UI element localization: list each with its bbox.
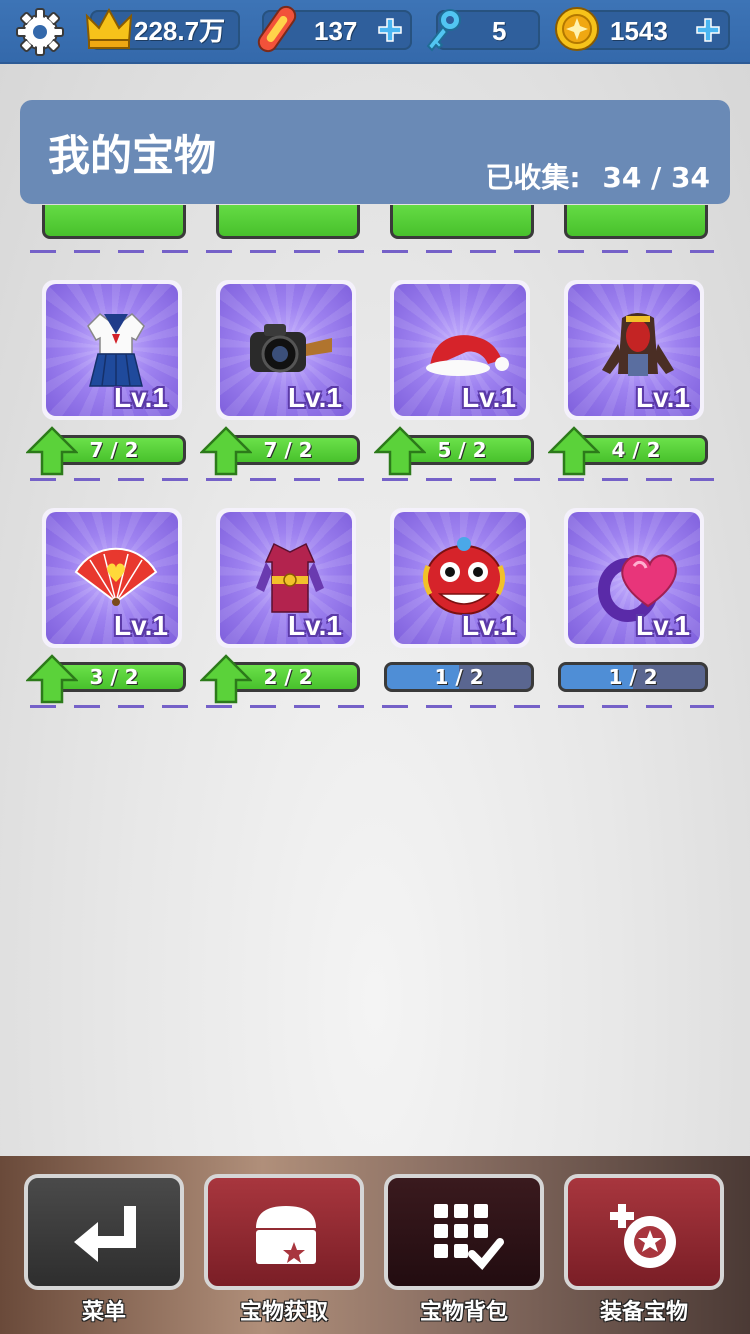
- treasure-acquire-button[interactable]: [204, 1174, 364, 1290]
- treasure-card-santa-hat[interactable]: Lv.1: [390, 280, 530, 420]
- upgrade-arrow-icon[interactable]: [374, 426, 426, 476]
- plus-icon[interactable]: [694, 16, 722, 44]
- hoverboard-value: 137: [314, 16, 358, 46]
- treasure-card-armor-coat[interactable]: Lv.1: [216, 508, 356, 648]
- level-label: Lv.1: [288, 610, 342, 641]
- upgrade-arrow-icon[interactable]: [200, 426, 252, 476]
- progress-bar: [564, 205, 708, 239]
- key-count: 5: [426, 9, 540, 52]
- page-title: 我的宝物: [48, 131, 217, 180]
- crown-icon: [85, 7, 133, 49]
- hoverboard-count: 137: [257, 5, 412, 53]
- coin-icon: [555, 7, 599, 51]
- progress-bar: 1 / 2: [384, 662, 534, 692]
- top-resource-bar: 228.7万 137 5 1543: [0, 0, 750, 64]
- scrolled-row-remnant: [0, 205, 750, 245]
- grid-check-icon: [434, 1204, 504, 1270]
- level-label: Lv.1: [114, 382, 168, 413]
- progress-bar: [390, 205, 534, 239]
- row-divider: [30, 250, 714, 253]
- menu-label: 菜单: [81, 1300, 126, 1325]
- gear-icon[interactable]: [14, 6, 66, 58]
- treasure-header: 我的宝物 已收集: 34 / 34: [20, 100, 730, 204]
- treasure-card-sailor-uniform[interactable]: Lv.1: [42, 280, 182, 420]
- treasure-card-lion-dance-head[interactable]: Lv.1: [390, 508, 530, 648]
- progress-bar: 1 / 2: [558, 662, 708, 692]
- treasure-card-camera[interactable]: Lv.1: [216, 280, 356, 420]
- level-label: Lv.1: [636, 610, 690, 641]
- collected-label: 已收集:: [485, 161, 581, 194]
- plus-icon[interactable]: [376, 16, 404, 44]
- row-divider: [30, 705, 714, 708]
- level-label: Lv.1: [462, 610, 516, 641]
- progress-text: 1 / 2: [434, 665, 484, 689]
- level-label: Lv.1: [462, 382, 516, 413]
- key-value: 5: [492, 16, 507, 46]
- progress-bar: [216, 205, 360, 239]
- level-label: Lv.1: [288, 382, 342, 413]
- treasure-card-folding-fan[interactable]: Lv.1: [42, 508, 182, 648]
- crown-value: 228.7万: [134, 16, 226, 46]
- treasure-chest-icon: [256, 1206, 316, 1264]
- key-icon: [426, 9, 461, 52]
- upgrade-arrow-icon[interactable]: [26, 654, 78, 704]
- collected-value: 34 / 34: [602, 161, 710, 194]
- treasure-card-hooded-jacket[interactable]: Lv.1: [564, 280, 704, 420]
- upgrade-arrow-icon[interactable]: [200, 654, 252, 704]
- equip-treasure-button[interactable]: [564, 1174, 724, 1290]
- collected-counter: 已收集: 34 / 34: [485, 156, 710, 196]
- treasure-backpack-button[interactable]: [384, 1174, 544, 1290]
- coin-count: 1543: [555, 7, 730, 51]
- coin-value: 1543: [610, 16, 668, 46]
- equip-badge-icon: [610, 1204, 676, 1268]
- progress-bar: [42, 205, 186, 239]
- level-label: Lv.1: [636, 382, 690, 413]
- bottom-nav: 菜单 宝物获取 宝物背包 装备宝物: [0, 1156, 750, 1334]
- upgrade-arrow-icon[interactable]: [548, 426, 600, 476]
- level-label: Lv.1: [114, 610, 168, 641]
- treasure-card-heart-gem-ring[interactable]: Lv.1: [564, 508, 704, 648]
- row-divider: [30, 478, 714, 481]
- treasure-backpack-label: 宝物背包: [419, 1300, 508, 1325]
- progress-text: 1 / 2: [608, 665, 658, 689]
- return-arrow-icon: [74, 1206, 136, 1262]
- hoverboard-icon: [257, 5, 297, 53]
- equip-treasure-label: 装备宝物: [599, 1300, 688, 1325]
- upgrade-arrow-icon[interactable]: [26, 426, 78, 476]
- crown-score: 228.7万: [85, 7, 240, 50]
- menu-button[interactable]: [24, 1174, 184, 1290]
- treasure-acquire-label: 宝物获取: [239, 1300, 328, 1325]
